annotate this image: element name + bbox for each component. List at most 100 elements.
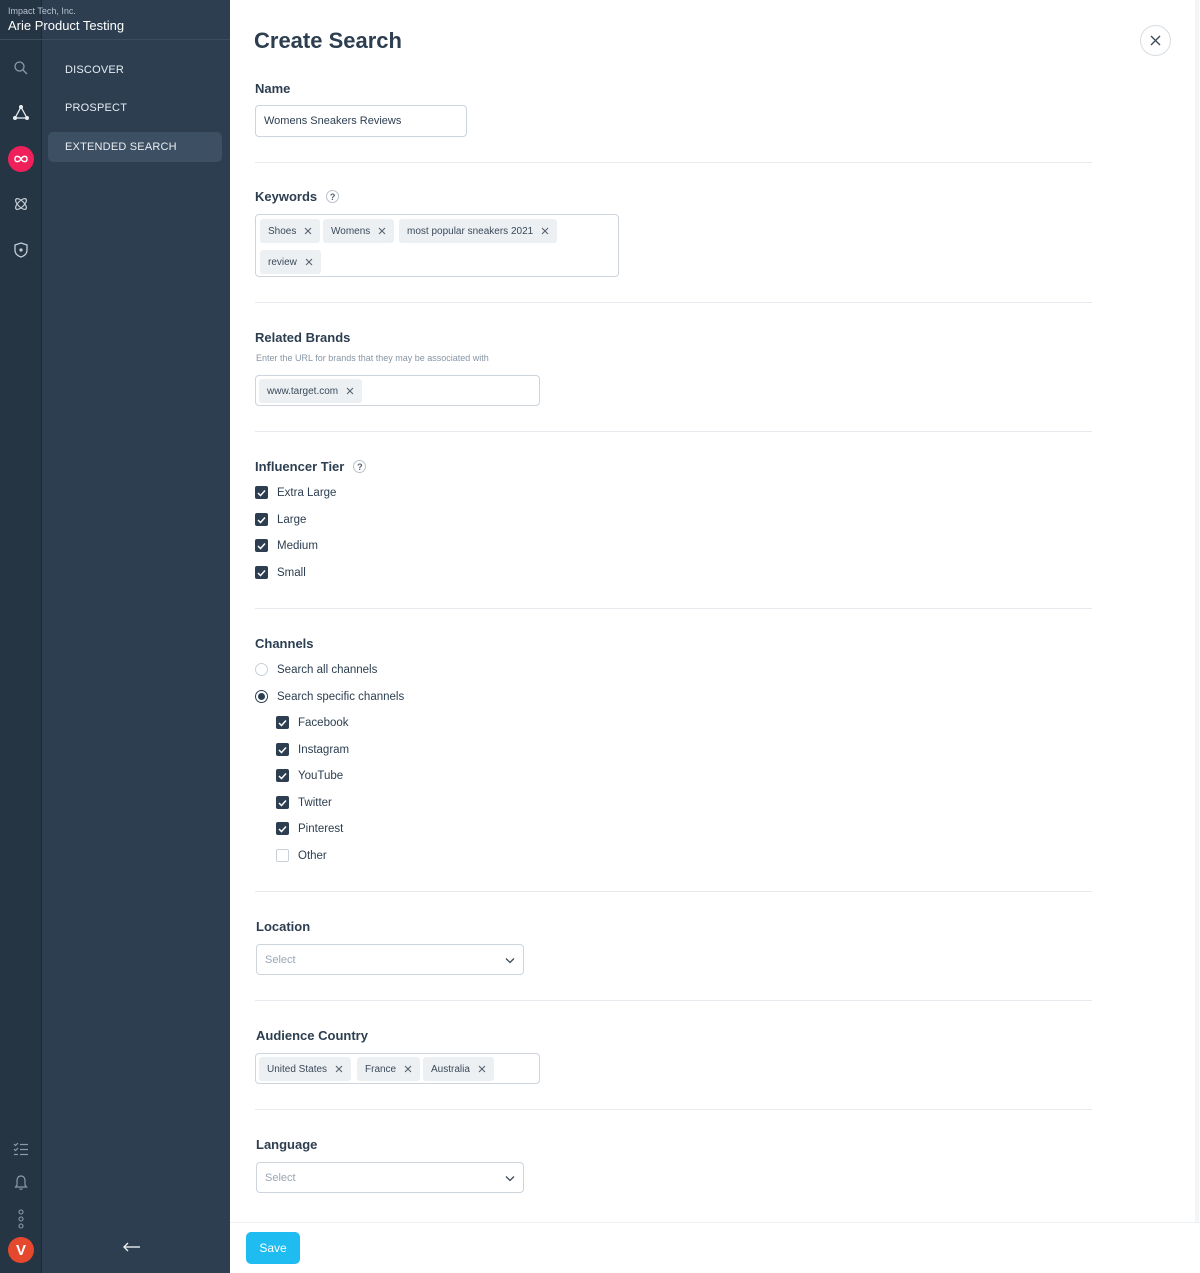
- country-tag: United States: [259, 1057, 352, 1081]
- remove-tag-icon[interactable]: [404, 1065, 412, 1073]
- close-button[interactable]: [1140, 25, 1171, 56]
- nav-item-extended-search[interactable]: EXTENDED SEARCH: [48, 132, 222, 162]
- channel-checkbox-facebook[interactable]: Facebook: [276, 716, 349, 729]
- shield-icon[interactable]: [0, 242, 42, 258]
- tier-checkbox-large[interactable]: Large: [255, 513, 306, 526]
- divider: [255, 162, 1092, 163]
- keyword-tag: Shoes: [260, 219, 321, 243]
- channels-label: Channels: [255, 636, 314, 651]
- workspace-switcher[interactable]: Impact Tech, Inc. Arie Product Testing: [8, 6, 228, 34]
- channels-label-text: Channels: [255, 636, 314, 651]
- avatar-initial: V: [8, 1237, 34, 1263]
- channel-checkbox-other[interactable]: Other: [276, 849, 327, 862]
- checkbox-label: Medium: [277, 539, 318, 552]
- checkbox-checked-icon: [276, 796, 289, 809]
- form-footer: Save: [230, 1222, 1200, 1273]
- radio-icon: [255, 663, 268, 676]
- remove-tag-icon[interactable]: [335, 1065, 343, 1073]
- scrollbar[interactable]: [1195, 0, 1199, 1273]
- channel-checkbox-pinterest[interactable]: Pinterest: [276, 822, 343, 835]
- language-label: Language: [256, 1137, 317, 1152]
- keywords-label: Keywords ?: [255, 189, 340, 204]
- keywords-label-text: Keywords: [255, 189, 318, 204]
- related-brands-input[interactable]: www.target.com: [255, 375, 540, 406]
- divider: [255, 1109, 1092, 1110]
- remove-tag-icon[interactable]: [378, 227, 386, 235]
- radio-search-all-channels[interactable]: Search all channels: [255, 663, 377, 676]
- divider: [0, 39, 230, 40]
- atom-icon[interactable]: [0, 196, 42, 212]
- checkbox-label: Pinterest: [298, 822, 344, 835]
- influencer-tier-label-text: Influencer Tier: [255, 459, 345, 474]
- checkbox-checked-icon: [255, 566, 268, 579]
- remove-tag-icon[interactable]: [541, 227, 549, 235]
- location-select[interactable]: Select: [256, 944, 524, 975]
- divider: [255, 608, 1092, 609]
- nav-item-discover[interactable]: DISCOVER: [48, 55, 222, 85]
- radio-selected-icon: [255, 690, 268, 703]
- checkbox-label: Twitter: [298, 796, 332, 809]
- radio-label: Search all channels: [277, 663, 378, 676]
- language-label-text: Language: [256, 1137, 318, 1152]
- checkbox-checked-icon: [276, 743, 289, 756]
- radio-label: Search specific channels: [277, 690, 405, 703]
- checklist-icon[interactable]: [0, 1141, 42, 1157]
- tag-label: Womens: [331, 225, 371, 237]
- keyword-tag: most popular sneakers 2021: [399, 219, 558, 243]
- audience-country-input[interactable]: United States France Australia: [255, 1053, 540, 1084]
- related-brands-label: Related Brands: [255, 330, 350, 345]
- tag-label: France: [365, 1063, 397, 1075]
- more-vertical-icon[interactable]: [0, 1209, 42, 1229]
- language-select[interactable]: Select: [256, 1162, 524, 1193]
- brand-tag: www.target.com: [259, 379, 363, 403]
- help-icon[interactable]: ?: [326, 190, 340, 203]
- name-input[interactable]: Womens Sneakers Reviews: [255, 105, 467, 137]
- related-brands-label-text: Related Brands: [255, 330, 351, 345]
- remove-tag-icon[interactable]: [478, 1065, 486, 1073]
- location-label-text: Location: [256, 919, 311, 934]
- country-tag: Australia: [423, 1057, 494, 1081]
- infinity-icon[interactable]: [0, 146, 42, 172]
- checkbox-checked-icon: [276, 716, 289, 729]
- nav-item-prospect[interactable]: PROSPECT: [48, 93, 222, 123]
- checkbox-label: YouTube: [298, 769, 344, 782]
- tier-checkbox-small[interactable]: Small: [255, 566, 306, 579]
- select-placeholder: Select: [265, 953, 296, 966]
- name-label-text: Name: [255, 81, 291, 96]
- nav-panel: Impact Tech, Inc. Arie Product Testing D…: [0, 0, 230, 1273]
- checkbox-checked-icon: [255, 539, 268, 552]
- remove-tag-icon[interactable]: [346, 387, 354, 395]
- channel-checkbox-twitter[interactable]: Twitter: [276, 796, 332, 809]
- select-placeholder: Select: [265, 1171, 296, 1184]
- keywords-input[interactable]: Shoes Womens most popular sneakers 2021 …: [255, 214, 619, 277]
- tag-label: most popular sneakers 2021: [407, 225, 534, 237]
- checkbox-checked-icon: [276, 822, 289, 835]
- bell-icon[interactable]: [0, 1174, 42, 1191]
- org-name: Impact Tech, Inc.: [8, 6, 76, 16]
- divider: [255, 1000, 1092, 1001]
- user-avatar[interactable]: V: [0, 1237, 42, 1263]
- checkbox-checked-icon: [255, 513, 268, 526]
- tier-checkbox-medium[interactable]: Medium: [255, 539, 318, 552]
- checkbox-label: Large: [277, 513, 307, 526]
- country-tag: France: [357, 1057, 421, 1081]
- project-name: Arie Product Testing: [8, 18, 125, 33]
- radio-search-specific-channels[interactable]: Search specific channels: [255, 690, 404, 703]
- save-button[interactable]: Save: [246, 1232, 300, 1264]
- influencer-tier-label: Influencer Tier ?: [255, 459, 367, 474]
- remove-tag-icon[interactable]: [304, 227, 312, 235]
- checkbox-label: Other: [298, 849, 327, 862]
- channel-checkbox-instagram[interactable]: Instagram: [276, 743, 349, 756]
- audience-country-label: Audience Country: [256, 1028, 368, 1043]
- collapse-sidebar-icon[interactable]: [122, 1240, 142, 1258]
- tier-checkbox-extra-large[interactable]: Extra Large: [255, 486, 336, 499]
- channel-checkbox-youtube[interactable]: YouTube: [276, 769, 343, 782]
- help-icon[interactable]: ?: [353, 460, 367, 473]
- divider: [255, 431, 1092, 432]
- search-icon[interactable]: [0, 60, 42, 76]
- checkbox-label: Instagram: [298, 743, 350, 756]
- close-icon: [1150, 35, 1161, 46]
- related-brands-hint: Enter the URL for brands that they may b…: [256, 353, 489, 363]
- network-icon[interactable]: [0, 104, 42, 122]
- remove-tag-icon[interactable]: [305, 258, 313, 266]
